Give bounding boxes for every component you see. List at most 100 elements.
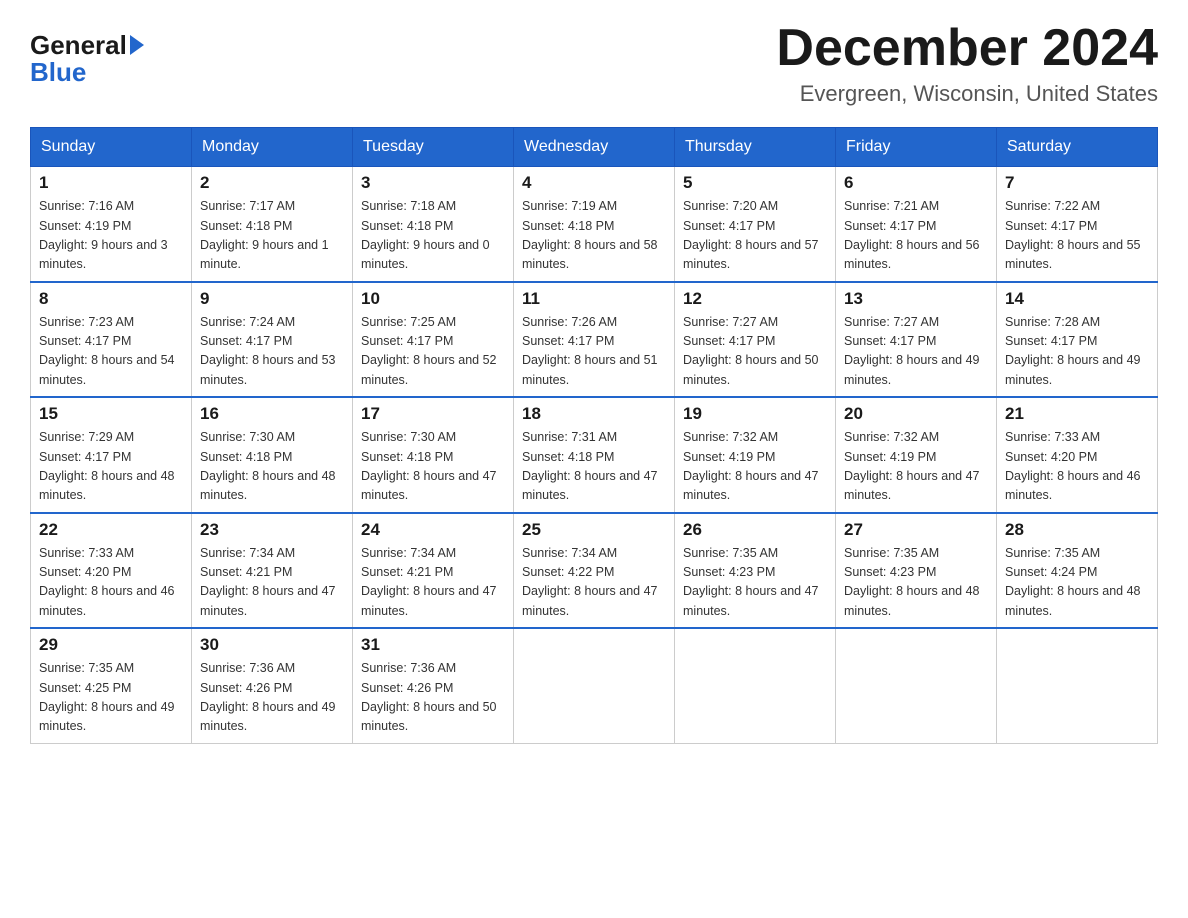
day-number: 28 — [1005, 520, 1149, 540]
day-info: Sunrise: 7:35 AMSunset: 4:23 PMDaylight:… — [683, 544, 827, 622]
day-number: 16 — [200, 404, 344, 424]
day-info: Sunrise: 7:35 AMSunset: 4:25 PMDaylight:… — [39, 659, 183, 737]
calendar-cell: 18 Sunrise: 7:31 AMSunset: 4:18 PMDayligh… — [514, 397, 675, 513]
calendar-header-row: SundayMondayTuesdayWednesdayThursdayFrid… — [31, 128, 1158, 167]
location-label: Evergreen, Wisconsin, United States — [776, 81, 1158, 107]
calendar-cell: 5 Sunrise: 7:20 AMSunset: 4:17 PMDaylight… — [675, 167, 836, 282]
calendar-cell: 26 Sunrise: 7:35 AMSunset: 4:23 PMDayligh… — [675, 513, 836, 629]
title-section: December 2024 Evergreen, Wisconsin, Unit… — [776, 20, 1158, 107]
calendar-cell: 15 Sunrise: 7:29 AMSunset: 4:17 PMDayligh… — [31, 397, 192, 513]
day-info: Sunrise: 7:26 AMSunset: 4:17 PMDaylight:… — [522, 313, 666, 391]
day-info: Sunrise: 7:36 AMSunset: 4:26 PMDaylight:… — [200, 659, 344, 737]
day-number: 26 — [683, 520, 827, 540]
calendar-cell: 14 Sunrise: 7:28 AMSunset: 4:17 PMDayligh… — [997, 282, 1158, 398]
calendar-week-3: 15 Sunrise: 7:29 AMSunset: 4:17 PMDayligh… — [31, 397, 1158, 513]
day-info: Sunrise: 7:30 AMSunset: 4:18 PMDaylight:… — [200, 428, 344, 506]
day-number: 8 — [39, 289, 183, 309]
calendar-cell: 10Sunrise: 7:25 AMSunset: 4:17 PMDayligh… — [353, 282, 514, 398]
day-info: Sunrise: 7:36 AMSunset: 4:26 PMDaylight:… — [361, 659, 505, 737]
day-info: Sunrise: 7:20 AMSunset: 4:17 PMDaylight:… — [683, 197, 827, 275]
calendar-cell: 24 Sunrise: 7:34 AMSunset: 4:21 PMDayligh… — [353, 513, 514, 629]
calendar-week-2: 8 Sunrise: 7:23 AMSunset: 4:17 PMDaylight… — [31, 282, 1158, 398]
col-header-tuesday: Tuesday — [353, 128, 514, 167]
day-number: 6 — [844, 173, 988, 193]
day-number: 15 — [39, 404, 183, 424]
col-header-saturday: Saturday — [997, 128, 1158, 167]
calendar-week-1: 1 Sunrise: 7:16 AMSunset: 4:19 PMDaylight… — [31, 167, 1158, 282]
day-info: Sunrise: 7:27 AMSunset: 4:17 PMDaylight:… — [844, 313, 988, 391]
day-info: Sunrise: 7:35 AMSunset: 4:24 PMDaylight:… — [1005, 544, 1149, 622]
day-info: Sunrise: 7:31 AMSunset: 4:18 PMDaylight:… — [522, 428, 666, 506]
calendar-cell: 4Sunrise: 7:19 AMSunset: 4:18 PMDaylight… — [514, 167, 675, 282]
day-info: Sunrise: 7:34 AMSunset: 4:21 PMDaylight:… — [361, 544, 505, 622]
calendar-cell: 7Sunrise: 7:22 AMSunset: 4:17 PMDaylight… — [997, 167, 1158, 282]
day-info: Sunrise: 7:27 AMSunset: 4:17 PMDaylight:… — [683, 313, 827, 391]
calendar-cell: 6 Sunrise: 7:21 AMSunset: 4:17 PMDaylight… — [836, 167, 997, 282]
day-info: Sunrise: 7:25 AMSunset: 4:17 PMDaylight:… — [361, 313, 505, 391]
day-info: Sunrise: 7:30 AMSunset: 4:18 PMDaylight:… — [361, 428, 505, 506]
day-number: 13 — [844, 289, 988, 309]
day-number: 30 — [200, 635, 344, 655]
day-number: 9 — [200, 289, 344, 309]
day-info: Sunrise: 7:29 AMSunset: 4:17 PMDaylight:… — [39, 428, 183, 506]
day-info: Sunrise: 7:32 AMSunset: 4:19 PMDaylight:… — [844, 428, 988, 506]
day-number: 21 — [1005, 404, 1149, 424]
day-number: 24 — [361, 520, 505, 540]
logo: General Blue — [30, 30, 144, 88]
day-info: Sunrise: 7:18 AMSunset: 4:18 PMDaylight:… — [361, 197, 505, 275]
calendar-cell: 11 Sunrise: 7:26 AMSunset: 4:17 PMDayligh… — [514, 282, 675, 398]
month-year-title: December 2024 — [776, 20, 1158, 77]
calendar-cell: 16 Sunrise: 7:30 AMSunset: 4:18 PMDayligh… — [192, 397, 353, 513]
day-info: Sunrise: 7:33 AMSunset: 4:20 PMDaylight:… — [39, 544, 183, 622]
col-header-wednesday: Wednesday — [514, 128, 675, 167]
day-number: 1 — [39, 173, 183, 193]
calendar-cell: 20 Sunrise: 7:32 AMSunset: 4:19 PMDayligh… — [836, 397, 997, 513]
logo-arrow-icon — [130, 35, 144, 55]
day-info: Sunrise: 7:33 AMSunset: 4:20 PMDaylight:… — [1005, 428, 1149, 506]
calendar-cell: 19Sunrise: 7:32 AMSunset: 4:19 PMDayligh… — [675, 397, 836, 513]
calendar-cell: 23 Sunrise: 7:34 AMSunset: 4:21 PMDayligh… — [192, 513, 353, 629]
day-number: 14 — [1005, 289, 1149, 309]
calendar-week-4: 22Sunrise: 7:33 AMSunset: 4:20 PMDayligh… — [31, 513, 1158, 629]
day-info: Sunrise: 7:34 AMSunset: 4:22 PMDaylight:… — [522, 544, 666, 622]
col-header-friday: Friday — [836, 128, 997, 167]
calendar-cell: 1 Sunrise: 7:16 AMSunset: 4:19 PMDaylight… — [31, 167, 192, 282]
calendar-cell: 27Sunrise: 7:35 AMSunset: 4:23 PMDayligh… — [836, 513, 997, 629]
calendar-cell: 21 Sunrise: 7:33 AMSunset: 4:20 PMDayligh… — [997, 397, 1158, 513]
day-number: 25 — [522, 520, 666, 540]
day-info: Sunrise: 7:23 AMSunset: 4:17 PMDaylight:… — [39, 313, 183, 391]
day-number: 18 — [522, 404, 666, 424]
day-number: 3 — [361, 173, 505, 193]
calendar-week-5: 29 Sunrise: 7:35 AMSunset: 4:25 PMDayligh… — [31, 628, 1158, 743]
day-number: 17 — [361, 404, 505, 424]
day-number: 20 — [844, 404, 988, 424]
day-info: Sunrise: 7:24 AMSunset: 4:17 PMDaylight:… — [200, 313, 344, 391]
day-number: 12 — [683, 289, 827, 309]
day-number: 7 — [1005, 173, 1149, 193]
calendar-cell: 2 Sunrise: 7:17 AMSunset: 4:18 PMDaylight… — [192, 167, 353, 282]
day-info: Sunrise: 7:17 AMSunset: 4:18 PMDaylight:… — [200, 197, 344, 275]
calendar-cell — [514, 628, 675, 743]
day-number: 23 — [200, 520, 344, 540]
day-number: 4 — [522, 173, 666, 193]
day-number: 5 — [683, 173, 827, 193]
logo-blue-text: Blue — [30, 57, 86, 88]
day-info: Sunrise: 7:34 AMSunset: 4:21 PMDaylight:… — [200, 544, 344, 622]
day-number: 31 — [361, 635, 505, 655]
calendar-cell: 13 Sunrise: 7:27 AMSunset: 4:17 PMDayligh… — [836, 282, 997, 398]
col-header-sunday: Sunday — [31, 128, 192, 167]
calendar-cell: 29 Sunrise: 7:35 AMSunset: 4:25 PMDayligh… — [31, 628, 192, 743]
day-info: Sunrise: 7:32 AMSunset: 4:19 PMDaylight:… — [683, 428, 827, 506]
day-info: Sunrise: 7:21 AMSunset: 4:17 PMDaylight:… — [844, 197, 988, 275]
calendar-cell — [997, 628, 1158, 743]
day-number: 27 — [844, 520, 988, 540]
calendar-cell: 12 Sunrise: 7:27 AMSunset: 4:17 PMDayligh… — [675, 282, 836, 398]
calendar-cell: 28 Sunrise: 7:35 AMSunset: 4:24 PMDayligh… — [997, 513, 1158, 629]
day-number: 11 — [522, 289, 666, 309]
day-number: 2 — [200, 173, 344, 193]
day-info: Sunrise: 7:28 AMSunset: 4:17 PMDaylight:… — [1005, 313, 1149, 391]
day-info: Sunrise: 7:16 AMSunset: 4:19 PMDaylight:… — [39, 197, 183, 275]
day-number: 29 — [39, 635, 183, 655]
calendar-cell: 25 Sunrise: 7:34 AMSunset: 4:22 PMDayligh… — [514, 513, 675, 629]
calendar-cell: 3 Sunrise: 7:18 AMSunset: 4:18 PMDaylight… — [353, 167, 514, 282]
